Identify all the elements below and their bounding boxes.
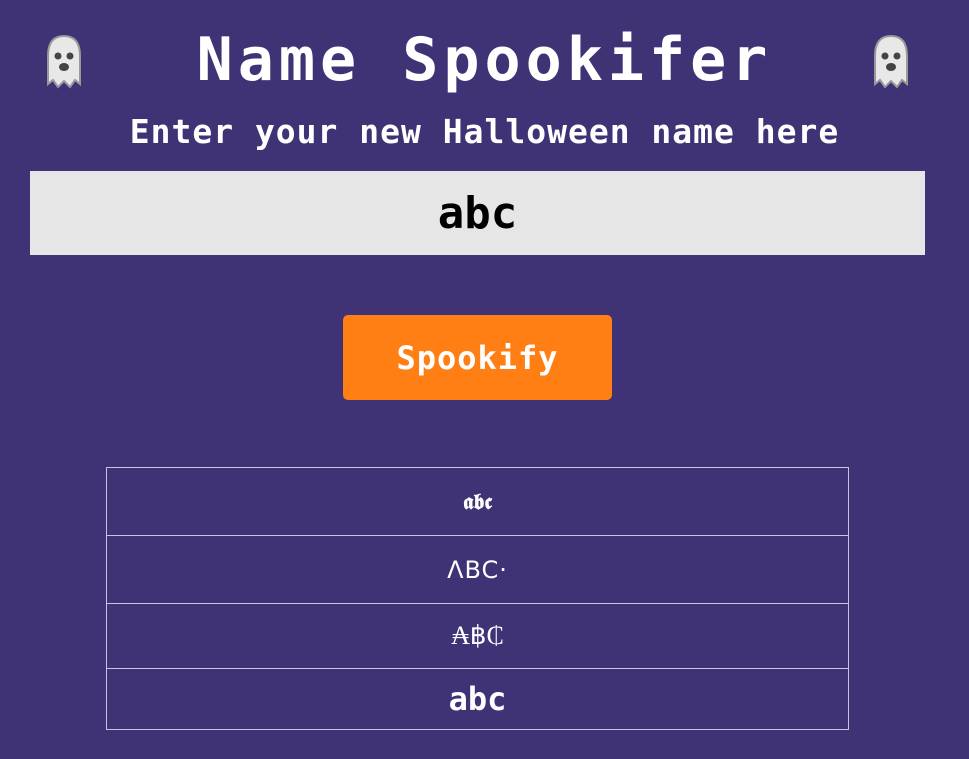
result-row: abc [106,668,849,730]
result-blackletter: 𝖆𝖇𝖈 [106,467,849,536]
result-row: ₳฿₵ [106,603,849,669]
header: Name Spookifer [0,22,969,98]
name-input[interactable] [30,171,925,255]
result-row: 𝖆𝖇𝖈 [106,467,849,536]
spookify-button[interactable]: Spookify [343,315,612,400]
page-title: Name Spookifer [196,25,773,95]
results-table: 𝖆𝖇𝖈 ΛBC· ₳฿₵ abc [106,467,849,730]
ghost-icon [874,34,908,89]
result-currency: ₳฿₵ [106,603,849,669]
result-outline: ΛBC· [106,535,849,604]
result-row: ΛBC· [106,535,849,604]
result-pixel: abc [106,668,849,730]
subtitle: Enter your new Halloween name here [129,112,840,151]
